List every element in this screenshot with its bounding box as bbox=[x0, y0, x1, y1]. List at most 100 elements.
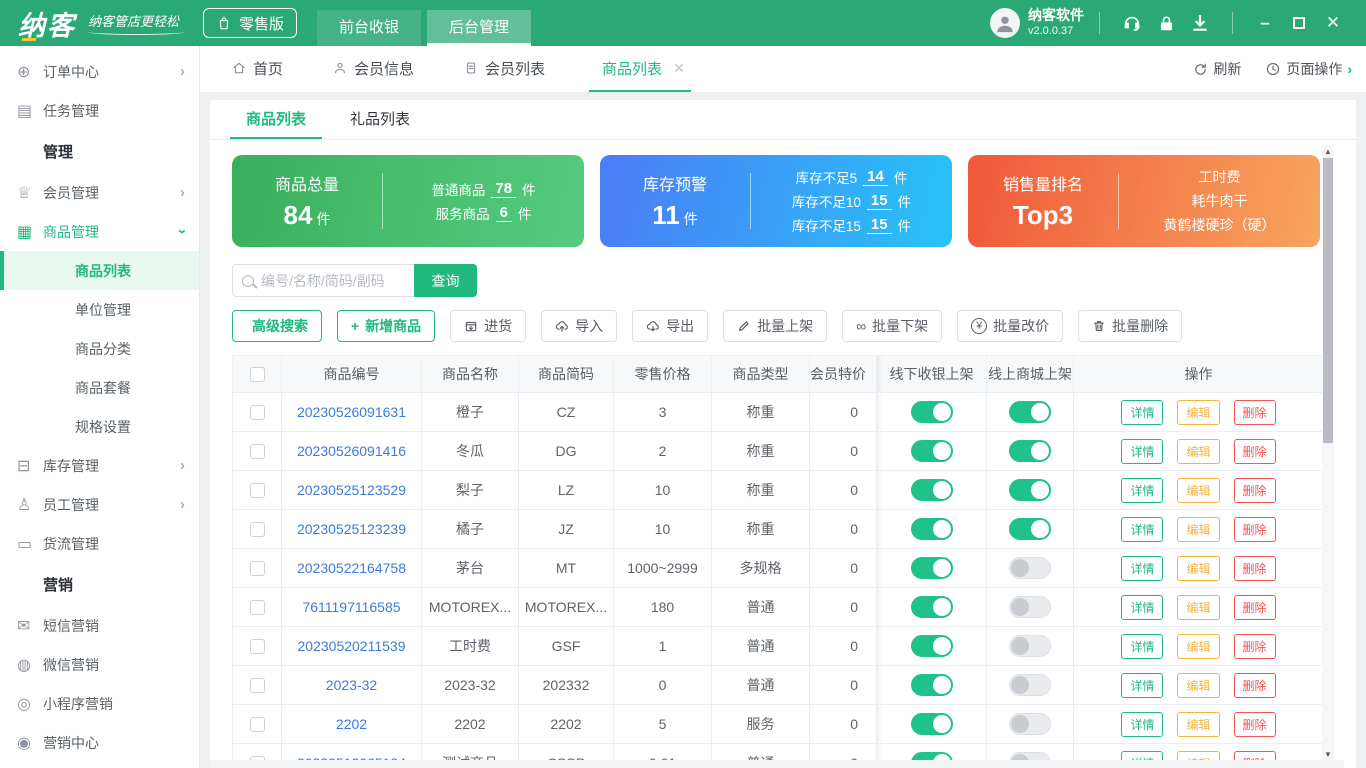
row-checkbox[interactable] bbox=[249, 677, 265, 693]
row-checkbox[interactable] bbox=[249, 599, 265, 615]
list-subtab[interactable]: 商品列表 bbox=[230, 100, 322, 139]
detail-button[interactable]: 详情 bbox=[1121, 516, 1164, 542]
edit-button[interactable]: 编辑 bbox=[1177, 399, 1220, 425]
search-button[interactable]: 查询 bbox=[414, 264, 477, 297]
mall-listed-toggle[interactable] bbox=[1009, 479, 1051, 501]
delete-button[interactable]: 删除 bbox=[1233, 438, 1276, 464]
toolbar-button[interactable]: 导入 bbox=[541, 310, 618, 342]
delete-button[interactable]: 删除 bbox=[1233, 672, 1276, 698]
minimize-button[interactable] bbox=[1248, 13, 1282, 33]
vertical-scrollbar[interactable] bbox=[1322, 145, 1334, 760]
mall-listed-toggle[interactable] bbox=[1009, 674, 1051, 696]
detail-button[interactable]: 详情 bbox=[1121, 672, 1164, 698]
delete-button[interactable]: 删除 bbox=[1233, 399, 1276, 425]
edit-button[interactable]: 编辑 bbox=[1177, 555, 1220, 581]
pos-listed-toggle[interactable] bbox=[910, 479, 953, 501]
download-icon[interactable] bbox=[1183, 13, 1217, 33]
card-detail-value[interactable]: 15 bbox=[866, 192, 892, 210]
sidebar-item[interactable]: 营销 bbox=[0, 563, 199, 606]
sidebar-item[interactable]: ◉ 营销中心 bbox=[0, 723, 199, 762]
close-tab-icon[interactable] bbox=[673, 60, 685, 77]
toolbar-button[interactable]: 高级搜索 bbox=[232, 310, 322, 342]
detail-button[interactable]: 详情 bbox=[1121, 633, 1164, 659]
page-tab[interactable]: 会员信息 bbox=[327, 46, 420, 92]
sidebar-item[interactable]: ▭ 货流管理 bbox=[0, 524, 199, 563]
product-code-link[interactable]: 2202 bbox=[282, 705, 422, 743]
customer-service-icon[interactable] bbox=[1115, 13, 1149, 33]
refresh-button[interactable]: 刷新 bbox=[1193, 59, 1241, 79]
product-code-link[interactable]: 20230525123239 bbox=[282, 510, 422, 548]
mall-listed-toggle[interactable] bbox=[1009, 518, 1051, 540]
edit-button[interactable]: 编辑 bbox=[1177, 672, 1220, 698]
sidebar-item[interactable]: 管理 bbox=[0, 130, 199, 173]
row-checkbox[interactable] bbox=[249, 404, 265, 420]
detail-button[interactable]: 详情 bbox=[1121, 555, 1164, 581]
mall-listed-toggle[interactable] bbox=[1009, 401, 1051, 423]
edit-button[interactable]: 编辑 bbox=[1177, 711, 1220, 737]
product-code-link[interactable]: 20230522164758 bbox=[282, 549, 422, 587]
select-all-checkbox[interactable] bbox=[249, 366, 265, 382]
delete-button[interactable]: 删除 bbox=[1233, 477, 1276, 503]
pos-listed-toggle[interactable] bbox=[910, 518, 953, 540]
card-detail-value[interactable]: 14 bbox=[863, 168, 888, 186]
sidebar-item[interactable]: ▦ 商品管理 bbox=[0, 212, 199, 251]
pos-listed-toggle[interactable] bbox=[910, 401, 953, 423]
mall-listed-toggle[interactable] bbox=[1009, 596, 1051, 618]
edit-button[interactable]: 编辑 bbox=[1177, 633, 1220, 659]
row-checkbox[interactable] bbox=[249, 716, 265, 732]
sidebar-item[interactable]: ✉ 短信营销 bbox=[0, 606, 199, 645]
detail-button[interactable]: 详情 bbox=[1121, 399, 1164, 425]
edit-button[interactable]: 编辑 bbox=[1177, 516, 1220, 542]
card-detail-value[interactable]: 78 bbox=[491, 180, 517, 198]
horizontal-scrollbar[interactable] bbox=[210, 760, 1344, 768]
sidebar-item[interactable]: ⊕ 订单中心 bbox=[0, 52, 199, 91]
edit-button[interactable]: 编辑 bbox=[1177, 438, 1220, 464]
row-checkbox[interactable] bbox=[249, 443, 265, 459]
sidebar-item[interactable]: ♙ 员工管理 bbox=[0, 485, 199, 524]
toolbar-button[interactable]: 批量删除 bbox=[1078, 310, 1183, 342]
pos-listed-toggle[interactable] bbox=[910, 440, 953, 462]
pos-listed-toggle[interactable] bbox=[910, 596, 953, 618]
sidebar-item[interactable]: ◎ 小程序营销 bbox=[0, 684, 199, 723]
sidebar-item[interactable]: ◍ 微信营销 bbox=[0, 645, 199, 684]
sidebar-item[interactable]: 规格设置 bbox=[0, 407, 199, 446]
toolbar-button[interactable]: 导出 bbox=[632, 310, 709, 342]
toolbar-button[interactable]: 进货 bbox=[450, 310, 527, 342]
delete-button[interactable]: 删除 bbox=[1233, 633, 1276, 659]
page-tab[interactable]: 会员列表 bbox=[458, 46, 551, 92]
header-nav-tab[interactable]: 前台收银 bbox=[317, 10, 422, 46]
edit-button[interactable]: 编辑 bbox=[1177, 594, 1220, 620]
list-subtab[interactable]: 礼品列表 bbox=[334, 100, 426, 139]
header-nav-tab[interactable]: 后台管理 bbox=[427, 10, 532, 46]
mall-listed-toggle[interactable] bbox=[1009, 635, 1051, 657]
lock-icon[interactable] bbox=[1149, 14, 1183, 33]
pos-listed-toggle[interactable] bbox=[910, 713, 953, 735]
product-code-link[interactable]: 7611197116585 bbox=[282, 588, 422, 626]
sidebar-item[interactable]: 商品分类 bbox=[0, 329, 199, 368]
scroll-down-arrow[interactable] bbox=[1322, 748, 1334, 760]
edit-button[interactable]: 编辑 bbox=[1177, 477, 1220, 503]
product-code-link[interactable]: 20230525123529 bbox=[282, 471, 422, 509]
page-tab[interactable]: 首页 bbox=[226, 46, 289, 92]
toolbar-button[interactable]: 批量上架 bbox=[723, 310, 828, 342]
sidebar-item[interactable]: 单位管理 bbox=[0, 290, 199, 329]
row-checkbox[interactable] bbox=[249, 638, 265, 654]
detail-button[interactable]: 详情 bbox=[1121, 438, 1164, 464]
sidebar-item[interactable]: ♕ 会员管理 bbox=[0, 173, 199, 212]
product-code-link[interactable]: 2023-32 bbox=[282, 666, 422, 704]
avatar[interactable] bbox=[990, 8, 1020, 38]
product-code-link[interactable]: 20230526091416 bbox=[282, 432, 422, 470]
sidebar-item[interactable]: ▤ 任务管理 bbox=[0, 91, 199, 130]
card-detail-value[interactable]: 15 bbox=[866, 216, 892, 234]
toolbar-button[interactable]: ∞ 批量下架 bbox=[842, 310, 943, 342]
card-detail-value[interactable]: 6 bbox=[495, 204, 512, 222]
product-code-link[interactable]: 20230526091631 bbox=[282, 393, 422, 431]
sidebar-item[interactable]: ⊟ 库存管理 bbox=[0, 446, 199, 485]
maximize-button[interactable] bbox=[1282, 17, 1316, 29]
delete-button[interactable]: 删除 bbox=[1233, 516, 1276, 542]
product-code-link[interactable]: 20230520211539 bbox=[282, 627, 422, 665]
delete-button[interactable]: 删除 bbox=[1233, 711, 1276, 737]
sidebar-item[interactable]: 数据 bbox=[0, 762, 199, 768]
mall-listed-toggle[interactable] bbox=[1009, 557, 1051, 579]
scroll-up-arrow[interactable] bbox=[1322, 145, 1334, 157]
